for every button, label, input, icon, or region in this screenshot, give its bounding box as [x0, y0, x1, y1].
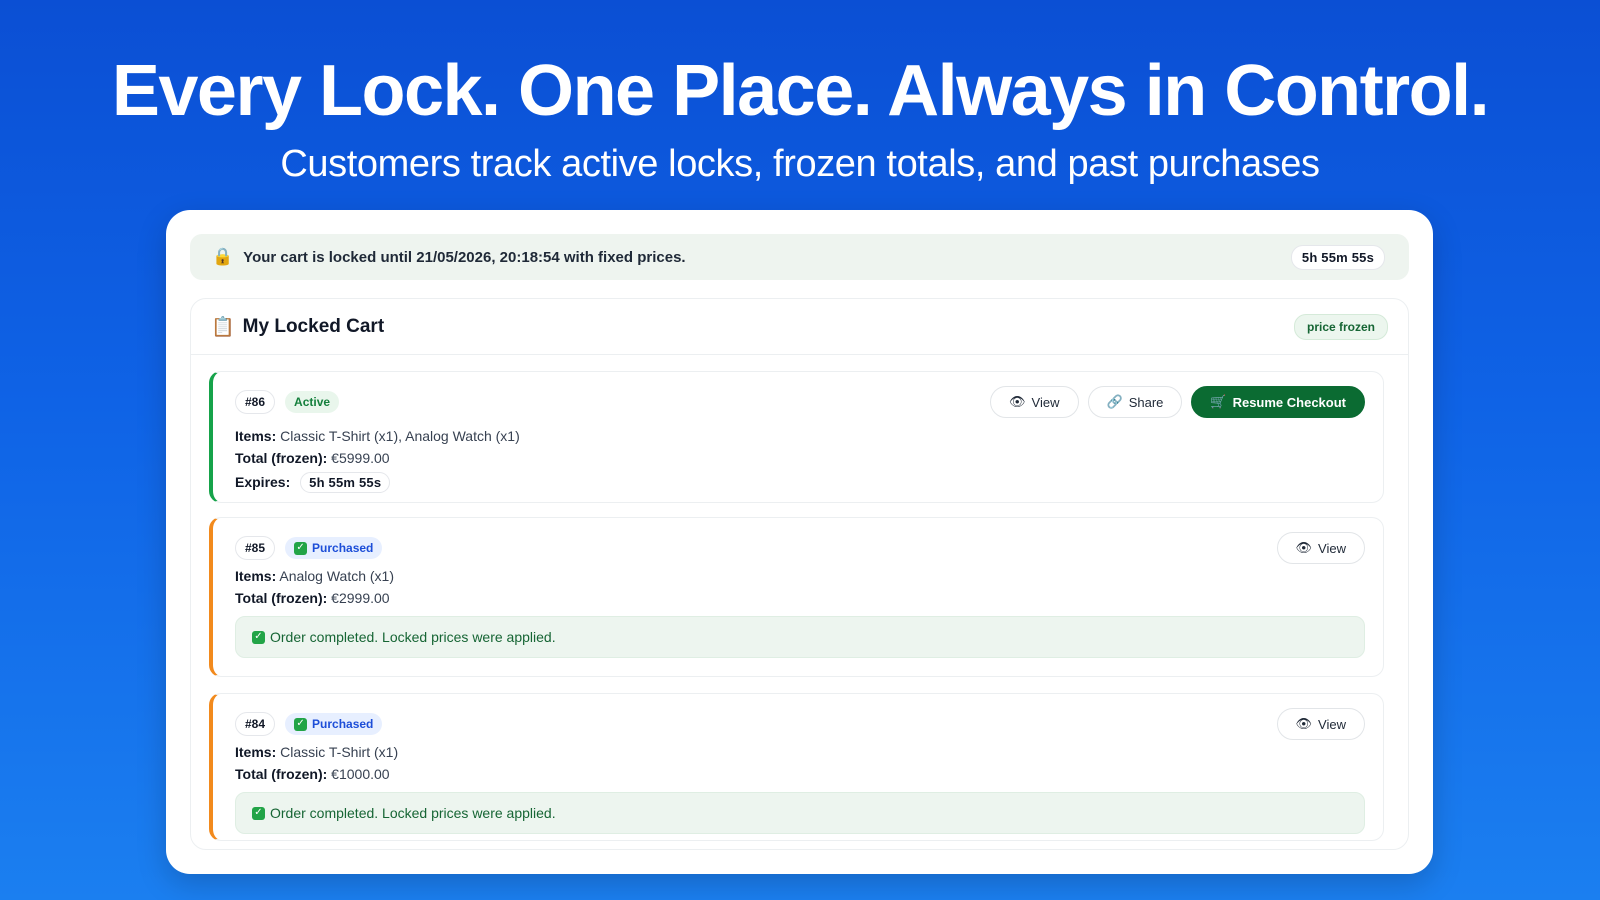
lock-id: #85 — [235, 536, 276, 560]
lock-timer: 5h 55m 55s — [1290, 244, 1385, 270]
eye-icon: 👁 — [1295, 540, 1313, 555]
share-label: Share — [1128, 394, 1164, 410]
items-value: Classic T-Shirt (x1) — [280, 744, 399, 760]
total-line: Total (frozen): €2999.00 — [235, 590, 1365, 606]
items-label: Items: — [235, 428, 277, 444]
total-label: Total (frozen): — [235, 590, 328, 606]
clipboard-icon: 📋 — [211, 316, 235, 338]
lock-row: #85 ✓ Purchased 👁 View Items: Analog Wat… — [209, 517, 1384, 677]
items-value: Analog Watch (x1) — [279, 568, 394, 584]
view-label: View — [1318, 540, 1346, 556]
check-icon: ✓ — [294, 717, 308, 731]
items-line: Items: Classic T-Shirt (x1) — [235, 744, 1365, 760]
view-label: View — [1318, 716, 1346, 732]
view-button[interactable]: 👁 View — [1276, 708, 1365, 740]
hero-title: Every Lock. One Place. Always in Control… — [111, 51, 1490, 131]
cart-title: My Locked Cart — [242, 315, 385, 337]
expires-label: Expires: — [235, 474, 291, 490]
total-label: Total (frozen): — [235, 766, 328, 782]
order-completed-text: Order completed. Locked prices were appl… — [270, 805, 556, 821]
eye-icon: 👁 — [1009, 394, 1026, 409]
lock-row: #84 ✓ Purchased 👁 View Items: Classic T-… — [209, 693, 1384, 841]
hero-subtitle: Customers track active locks, frozen tot… — [280, 143, 1320, 185]
items-label: Items: — [235, 744, 277, 760]
total-value: €1000.00 — [331, 766, 390, 782]
view-button[interactable]: 👁 View — [1276, 532, 1365, 564]
lock-banner: 🔒 Your cart is locked until 21/05/2026, … — [190, 234, 1409, 280]
my-locked-cart-card: 📋 My Locked Cart price frozen #86 Active… — [190, 298, 1409, 850]
items-value: Classic T-Shirt (x1), Analog Watch (x1) — [280, 428, 520, 444]
status-badge: Active — [285, 391, 340, 413]
total-line: Total (frozen): €1000.00 — [235, 766, 1365, 782]
status-label: Active — [294, 395, 331, 409]
items-line: Items: Classic T-Shirt (x1), Analog Watc… — [235, 428, 1365, 444]
locked-cart-panel: 🔒 Your cart is locked until 21/05/2026, … — [166, 210, 1433, 874]
check-icon: ✓ — [252, 806, 265, 820]
check-icon: ✓ — [252, 630, 265, 644]
status-label: Purchased — [312, 541, 374, 555]
cart-header: 📋 My Locked Cart price frozen — [191, 299, 1408, 355]
lock-banner-text: Your cart is locked until 21/05/2026, 20… — [243, 248, 686, 266]
share-button[interactable]: 🔗 Share — [1087, 386, 1183, 418]
link-icon: 🔗 — [1106, 394, 1123, 409]
status-label: Purchased — [312, 717, 374, 731]
expires-timer: 5h 55m 55s — [300, 472, 391, 493]
total-line: Total (frozen): €5999.00 — [235, 450, 1365, 466]
lock-icon: 🔒 — [212, 247, 234, 266]
items-label: Items: — [235, 568, 277, 584]
status-badge: ✓ Purchased — [285, 713, 383, 735]
order-completed-text: Order completed. Locked prices were appl… — [270, 629, 556, 645]
lock-id: #84 — [235, 712, 276, 736]
total-value: €5999.00 — [331, 450, 390, 466]
view-label: View — [1031, 394, 1060, 410]
items-line: Items: Analog Watch (x1) — [235, 568, 1365, 584]
eye-icon: 👁 — [1295, 716, 1313, 731]
total-label: Total (frozen): — [235, 450, 328, 466]
order-completed-note: ✓ Order completed. Locked prices were ap… — [235, 616, 1365, 658]
resume-checkout-button[interactable]: 🛒 Resume Checkout — [1191, 386, 1365, 418]
cart-icon: 🛒 — [1210, 394, 1227, 409]
price-frozen-badge: price frozen — [1293, 313, 1388, 340]
resume-checkout-label: Resume Checkout — [1232, 394, 1346, 410]
total-value: €2999.00 — [331, 590, 390, 606]
lock-row: #86 Active 👁 View 🔗 Share 🛒 Resume Check… — [209, 371, 1384, 503]
view-button[interactable]: 👁 View — [990, 386, 1079, 418]
status-badge: ✓ Purchased — [285, 537, 383, 559]
lock-id: #86 — [235, 390, 276, 414]
check-icon: ✓ — [294, 541, 308, 555]
expires-line: Expires: 5h 55m 55s — [235, 472, 1365, 493]
order-completed-note: ✓ Order completed. Locked prices were ap… — [235, 792, 1365, 834]
